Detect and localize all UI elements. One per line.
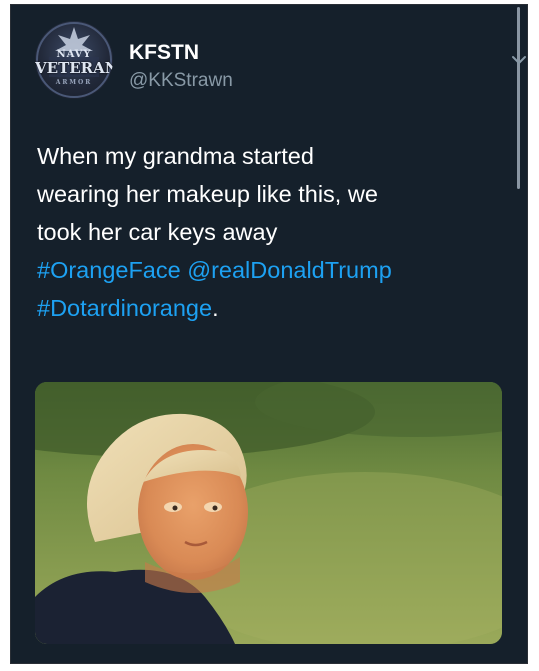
photo-image (35, 382, 502, 644)
tweet-text-line: #Dotardinorange. (37, 289, 507, 327)
avatar-text-bottom: ARMOR (55, 79, 93, 86)
mention-link[interactable]: @realDonaldTrump (187, 257, 392, 283)
tweet-header: NAVY VETERAN ARMOR KFSTN @KKStrawn (33, 19, 526, 99)
tweet-photo[interactable] (35, 382, 502, 644)
tweet-text-line: When my grandma started (37, 143, 314, 169)
user-names: KFSTN @KKStrawn (129, 41, 233, 93)
avatar[interactable]: NAVY VETERAN ARMOR (35, 21, 113, 99)
avatar-text-main: VETERAN (35, 59, 113, 77)
tweet-text-line: took her car keys away (37, 219, 278, 245)
tweet-text-punctuation: . (212, 295, 219, 321)
tweet-text-line: wearing her makeup like this, we (37, 181, 378, 207)
tweet-text: When my grandma started wearing her make… (37, 137, 507, 327)
scrollbar-thumb[interactable] (517, 7, 520, 189)
tweet-text-line: #OrangeFace @realDonaldTrump (37, 251, 507, 289)
hashtag-link[interactable]: #OrangeFace (37, 257, 181, 283)
hashtag-link[interactable]: #Dotardinorange (37, 295, 212, 321)
display-name[interactable]: KFSTN (129, 41, 233, 65)
chevron-down-icon[interactable] (511, 55, 527, 65)
user-handle[interactable]: @KKStrawn (129, 69, 233, 93)
tweet-card: NAVY VETERAN ARMOR KFSTN @KKStrawn When … (10, 4, 528, 664)
